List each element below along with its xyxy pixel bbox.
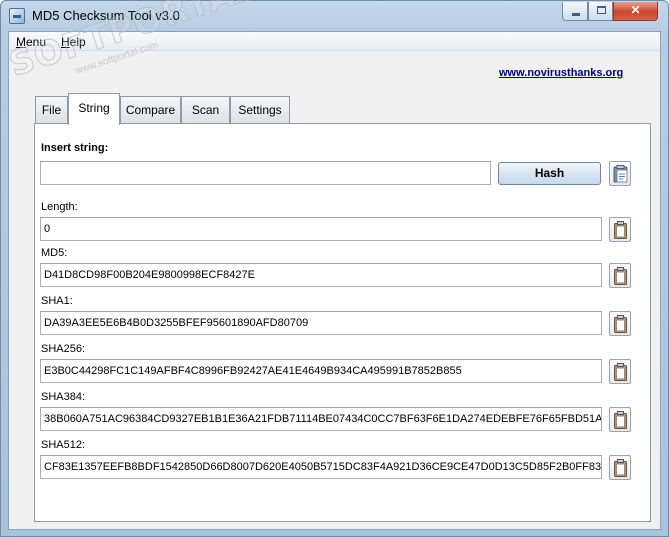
tab-file[interactable]: File [35, 96, 68, 124]
insert-string-label: Insert string: [41, 142, 109, 154]
clipboard-icon [614, 221, 627, 239]
minimize-button[interactable] [562, 2, 588, 21]
sha256-field[interactable]: E3B0C44298FC1C149AFBF4C8996FB92427AE41E4… [40, 359, 602, 383]
sha256-label: SHA256: [41, 343, 86, 355]
clipboard-icon [614, 363, 627, 381]
tab-compare[interactable]: Compare [120, 96, 181, 124]
main-window: MD5 Checksum Tool v3.0 ✕ Menu Help SOFTP… [0, 0, 669, 537]
string-tab-panel: Insert string: Hash Length: 0 MD5: D41D8… [34, 123, 651, 522]
length-label: Length: [41, 201, 78, 213]
clipboard-icon [614, 411, 627, 429]
tab-settings[interactable]: Settings [230, 96, 290, 124]
website-link[interactable]: www.novirusthanks.org [499, 67, 623, 79]
hash-button[interactable]: Hash [498, 162, 601, 185]
copy-sha1-button[interactable] [609, 311, 631, 336]
close-button[interactable]: ✕ [613, 2, 658, 21]
md5-field[interactable]: D41D8CD98F00B204E9800998ECF8427E [40, 263, 602, 287]
app-icon [9, 8, 25, 24]
clipboard-icon [614, 315, 627, 333]
minimize-icon [572, 13, 580, 16]
sha384-label: SHA384: [41, 391, 86, 403]
copy-sha256-button[interactable] [609, 359, 631, 384]
copy-length-button[interactable] [609, 217, 631, 242]
maximize-icon [597, 6, 606, 14]
maximize-button[interactable] [588, 2, 613, 21]
sha512-label: SHA512: [41, 439, 86, 451]
tab-scan[interactable]: Scan [181, 96, 230, 124]
sha1-label: SHA1: [41, 295, 73, 307]
copy-sha384-button[interactable] [609, 407, 631, 432]
paste-button[interactable] [609, 161, 631, 186]
clipboard-icon [614, 459, 627, 477]
sha512-field[interactable]: CF83E1357EEFB8BDF1542850D66D8007D620E405… [40, 455, 602, 479]
tab-string[interactable]: String [68, 93, 120, 125]
sha384-field[interactable]: 38B060A751AC96384CD9327EB1B1E36A21FDB711… [40, 407, 602, 431]
clipboard-paste-icon [613, 165, 628, 183]
copy-md5-button[interactable] [609, 263, 631, 288]
string-input[interactable] [40, 161, 491, 185]
sha1-field[interactable]: DA39A3EE5E6B4B0D3255BFEF95601890AFD80709 [40, 311, 602, 335]
md5-label: MD5: [41, 247, 68, 259]
close-icon: ✕ [630, 3, 641, 17]
clipboard-icon [614, 267, 627, 285]
length-field[interactable]: 0 [40, 217, 602, 241]
copy-sha512-button[interactable] [609, 455, 631, 480]
client-area: Menu Help SOFTPORTAL www.softportal.com … [4, 0, 661, 530]
